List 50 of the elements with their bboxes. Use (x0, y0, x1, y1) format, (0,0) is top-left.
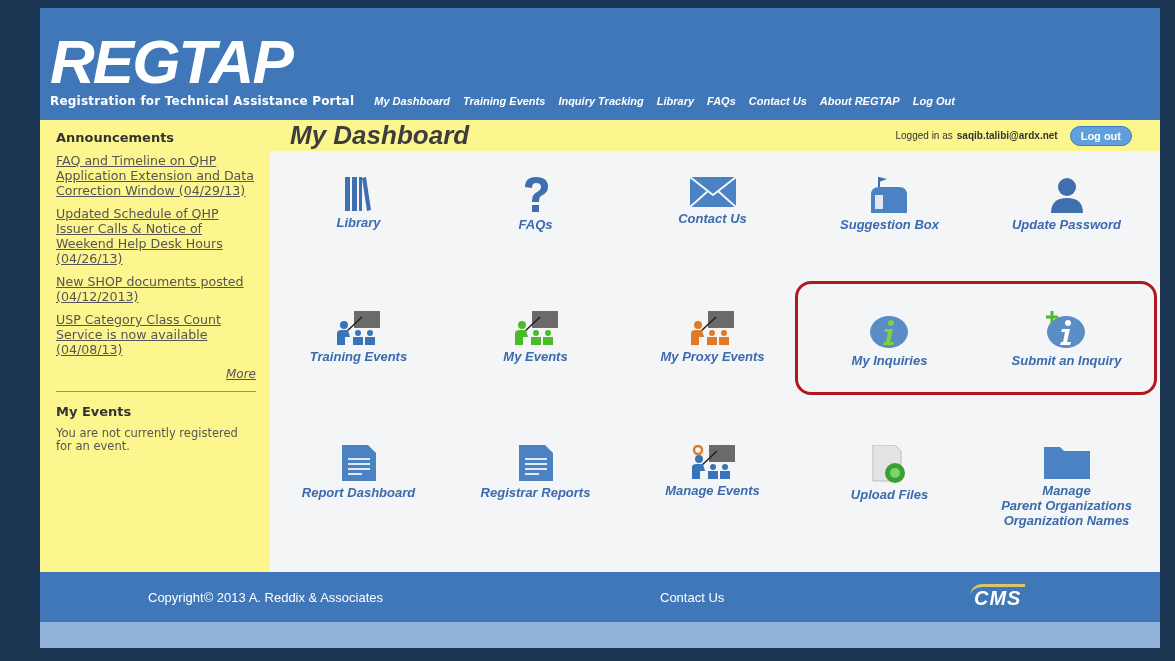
copyright-text: Copyright© 2013 A. Reddix & Associates (148, 589, 385, 605)
dashboard-tile[interactable]: Update Password (1011, 177, 1122, 232)
file-globe-icon (871, 445, 908, 483)
dashboard-tile[interactable]: Submit an Inquiry (1011, 311, 1122, 368)
nav-link[interactable]: Contact Us (748, 95, 807, 107)
dashboard-tile[interactable]: Upload Files (850, 445, 929, 502)
more-link[interactable]: More (226, 367, 256, 381)
books-icon (345, 177, 372, 211)
dashboard-tile[interactable]: Training Events (309, 311, 408, 364)
envelope-icon (689, 177, 736, 207)
dashboard-tile[interactable]: My Events (503, 311, 568, 364)
dashboard-tile[interactable]: My Proxy Events (660, 311, 765, 364)
dashboard-tile[interactable]: Contact Us (678, 177, 747, 226)
document-icon (341, 445, 376, 481)
nav-link[interactable]: About REGTAP (819, 95, 900, 107)
dashboard-tile[interactable]: Registrar Reports (480, 445, 591, 500)
user-email: saqib.talibi@ardx.net (956, 130, 1058, 141)
sidebar-heading: My Events (56, 404, 133, 419)
folder-icon (1043, 445, 1090, 479)
footer-contact-link[interactable]: Contact Us (660, 589, 970, 605)
mailbox-icon (869, 177, 910, 213)
events-message: You are not currently registered for an event. (56, 427, 239, 453)
sidebar-heading: Announcements (56, 130, 176, 145)
info-icon (1046, 311, 1087, 349)
logout-button[interactable]: Log out (1069, 125, 1132, 146)
dashboard-tile[interactable]: My Inquiries (851, 311, 928, 368)
nav-link[interactable]: Training Events (463, 95, 546, 107)
announcement-link[interactable]: FAQ and Timeline on QHP Application Extension and Data Correction Window (04/29/13) (56, 153, 256, 198)
nav-link[interactable]: Inquiry Tracking (558, 95, 644, 107)
question-mark-icon (522, 177, 549, 213)
dashboard-tile[interactable]: FAQs (518, 177, 553, 232)
nav-link[interactable]: Log Out (912, 95, 955, 107)
announcement-link[interactable]: New SHOP documents posted (04/12/2013) (56, 274, 256, 304)
nav-link[interactable]: FAQs (707, 95, 736, 107)
dashboard-tile[interactable]: Suggestion Box (840, 177, 939, 232)
nav-link[interactable]: My Dashboard (374, 95, 451, 107)
nav-link[interactable]: Library (656, 95, 695, 107)
dashboard-tile[interactable]: Report Dashboard (301, 445, 416, 500)
page-title: My Dashboard (290, 120, 470, 151)
announcement-link[interactable]: Updated Schedule of QHP Issuer Calls & Notice of Weekend Help Desk Hours (04/26/13) (56, 206, 256, 266)
logo[interactable]: REGTAP (50, 30, 355, 94)
login-label: Logged in as (895, 130, 953, 141)
dashboard-tile[interactable]: Library (336, 177, 381, 230)
dashboard-tile[interactable]: Manage Parent Organizations Organization Names (1001, 445, 1132, 528)
dashboard-tile[interactable]: Manage Events (665, 445, 760, 498)
person-icon (1049, 177, 1084, 213)
document-icon (518, 445, 553, 481)
announcement-link[interactable]: USP Category Class Count Service is now available (04/08/13) (56, 312, 256, 357)
footer-logo: CMS (970, 584, 1026, 610)
tagline: Registration for Technical Assistance Portal (50, 94, 355, 108)
